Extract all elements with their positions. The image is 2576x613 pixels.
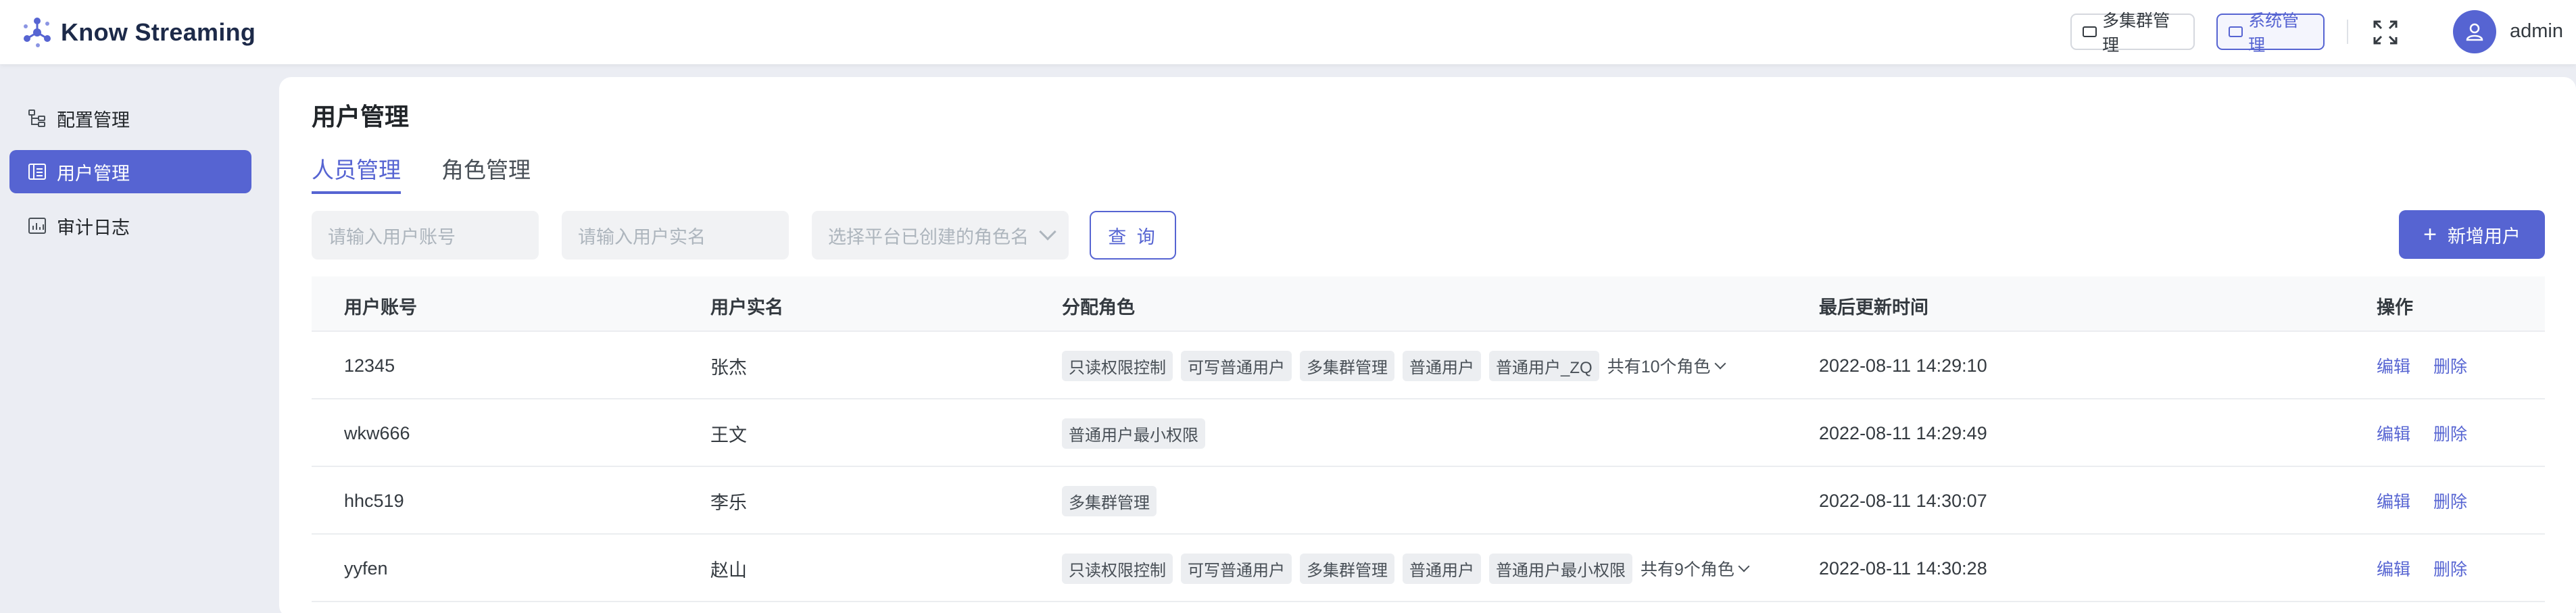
- header-divider: [2347, 20, 2348, 44]
- user-name[interactable]: admin: [2510, 20, 2563, 43]
- more-roles-label: 共有9个角色: [1641, 560, 1734, 579]
- column-header-roles[interactable]: 分配角色: [1062, 293, 1135, 319]
- sidebar-item-audit[interactable]: 审计日志: [9, 204, 251, 247]
- column-header-updated[interactable]: 最后更新时间: [1819, 293, 1928, 319]
- role-tag: 只读权限控制: [1062, 553, 1173, 584]
- multi-cluster-label: 多集群管理: [2102, 11, 2170, 55]
- fullscreen-icon[interactable]: [2373, 20, 2398, 45]
- edit-link[interactable]: 编辑: [2377, 556, 2410, 581]
- logo-text: Know Streaming: [61, 18, 256, 46]
- add-user-button[interactable]: + 新增用户: [2399, 210, 2545, 259]
- cell-actions: 编辑 删除: [2377, 535, 2490, 602]
- sidebar-item-label: 配置管理: [57, 109, 130, 130]
- main-panel: 用户管理 人员管理 角色管理 请输入用户账号 请输入用户实名 选择平台已创建的角…: [279, 77, 2576, 613]
- column-header-actions: 操作: [2377, 297, 2413, 318]
- delete-link[interactable]: 删除: [2433, 556, 2467, 581]
- account-search-input[interactable]: 请输入用户账号: [312, 211, 539, 260]
- edit-link[interactable]: 编辑: [2377, 421, 2410, 445]
- add-user-label: 新增用户: [2447, 226, 2521, 247]
- page-title: 用户管理: [312, 103, 410, 130]
- cell-actions: 编辑 删除: [2377, 332, 2490, 399]
- cell-updated: 2022-08-11 14:29:49: [1819, 422, 1987, 443]
- cell-updated: 2022-08-11 14:30:07: [1819, 490, 1987, 511]
- cell-account: hhc519: [344, 490, 404, 511]
- cell-updated: 2022-08-11 14:29:10: [1819, 355, 1987, 376]
- cell-roles: 普通用户最小权限: [1062, 399, 1213, 467]
- table-row: 12345 张杰 只读权限控制 可写普通用户 多集群管理 普通用户 普通用户_ZQ 共有10个…: [312, 332, 2545, 399]
- role-tag: 多集群管理: [1300, 350, 1394, 381]
- realname-search-input[interactable]: 请输入用户实名: [562, 211, 789, 260]
- realname-placeholder: 请输入用户实名: [578, 226, 706, 247]
- table-header: 用户账号 用户实名 分配角色 最后更新时间 操作: [312, 276, 2545, 332]
- cluster-icon: [2083, 26, 2097, 37]
- account-placeholder: 请输入用户账号: [328, 226, 456, 247]
- logo-icon: [24, 18, 51, 47]
- role-tag: 普通用户最小权限: [1062, 418, 1205, 449]
- chevron-down-icon: [1039, 223, 1056, 241]
- user-icon: [2466, 23, 2483, 41]
- chevron-down-icon: [1714, 358, 1726, 370]
- system-management-label: 系统管理: [2248, 11, 2300, 55]
- audit-chart-icon: [28, 218, 46, 234]
- cell-updated: 2022-08-11 14:30:28: [1819, 558, 1987, 579]
- cell-realname: 张杰: [710, 357, 747, 378]
- role-tag: 普通用户: [1403, 350, 1481, 381]
- role-tag: 可写普通用户: [1181, 350, 1292, 381]
- config-tree-icon: [28, 109, 45, 127]
- sidebar-item-config[interactable]: 配置管理: [9, 97, 251, 140]
- more-roles-label: 共有10个角色: [1607, 358, 1711, 376]
- table-row: hhc519 李乐 多集群管理 2022-08-11 14:30:07 编辑 删除: [312, 467, 2545, 535]
- cell-actions: 编辑 删除: [2377, 467, 2490, 535]
- query-button[interactable]: 查 询: [1090, 211, 1176, 260]
- sidebar-item-label: 用户管理: [57, 163, 130, 184]
- table-body: 12345 张杰 只读权限控制 可写普通用户 多集群管理 普通用户 普通用户_ZQ 共有10个…: [312, 332, 2545, 602]
- cell-account: wkw666: [344, 422, 410, 443]
- users-table: 用户账号 用户实名 分配角色 最后更新时间 操作 12345 张杰 只读权限控制 可写…: [312, 276, 2545, 602]
- avatar[interactable]: [2453, 10, 2496, 53]
- tab-personnel[interactable]: 人员管理: [312, 152, 401, 194]
- sidebar-item-users[interactable]: 用户管理: [9, 150, 251, 193]
- multi-cluster-button[interactable]: 多集群管理: [2070, 11, 2195, 55]
- role-tag: 普通用户: [1403, 553, 1481, 584]
- cell-roles: 只读权限控制 可写普通用户 多集群管理 普通用户 普通用户_ZQ 共有10个角色: [1062, 332, 1726, 399]
- sidebar-item-label: 审计日志: [57, 217, 130, 238]
- role-placeholder: 选择平台已创建的角色名: [828, 226, 1029, 247]
- edit-link[interactable]: 编辑: [2377, 489, 2410, 513]
- role-select[interactable]: 选择平台已创建的角色名: [812, 211, 1069, 260]
- delete-link[interactable]: 删除: [2433, 489, 2467, 513]
- role-tag: 普通用户最小权限: [1489, 553, 1632, 584]
- cell-roles: 多集群管理: [1062, 467, 1165, 535]
- table-row: yyfen 赵山 只读权限控制 可写普通用户 多集群管理 普通用户 普通用户最小权限 共有9个…: [312, 535, 2545, 602]
- cell-realname: 赵山: [710, 560, 747, 581]
- sidebar: 配置管理 用户管理 审计日志: [0, 64, 270, 613]
- plus-icon: +: [2423, 222, 2437, 247]
- role-tag: 多集群管理: [1300, 553, 1394, 584]
- role-tag: 可写普通用户: [1181, 553, 1292, 584]
- more-roles-toggle[interactable]: 共有9个角色: [1641, 556, 1750, 581]
- cell-actions: 编辑 删除: [2377, 399, 2490, 467]
- role-tag: 普通用户_ZQ: [1489, 350, 1599, 381]
- user-list-icon: [28, 164, 46, 180]
- more-roles-toggle[interactable]: 共有10个角色: [1607, 353, 1726, 378]
- cell-realname: 王文: [710, 424, 747, 445]
- delete-link[interactable]: 删除: [2433, 421, 2467, 445]
- tab-roles[interactable]: 角色管理: [441, 152, 531, 191]
- cell-roles: 只读权限控制 可写普通用户 多集群管理 普通用户 普通用户最小权限 共有9个角色: [1062, 535, 1750, 602]
- logo[interactable]: Know Streaming: [20, 15, 256, 50]
- table-row: wkw666 王文 普通用户最小权限 2022-08-11 14:29:49 编辑 删除: [312, 399, 2545, 467]
- edit-link[interactable]: 编辑: [2377, 353, 2410, 378]
- delete-link[interactable]: 删除: [2433, 353, 2467, 378]
- column-header-account[interactable]: 用户账号: [344, 293, 417, 319]
- monitor-icon: [2229, 26, 2243, 37]
- role-tag: 多集群管理: [1062, 485, 1157, 516]
- column-header-name[interactable]: 用户实名: [710, 293, 783, 319]
- cell-account: yyfen: [344, 558, 388, 579]
- cell-realname: 李乐: [710, 492, 747, 513]
- system-management-button[interactable]: 系统管理: [2216, 11, 2325, 55]
- top-header: Know Streaming 多集群管理 系统管理 admin: [0, 0, 2576, 64]
- chevron-down-icon: [1738, 560, 1750, 572]
- role-tag: 只读权限控制: [1062, 350, 1173, 381]
- cell-account: 12345: [344, 355, 395, 376]
